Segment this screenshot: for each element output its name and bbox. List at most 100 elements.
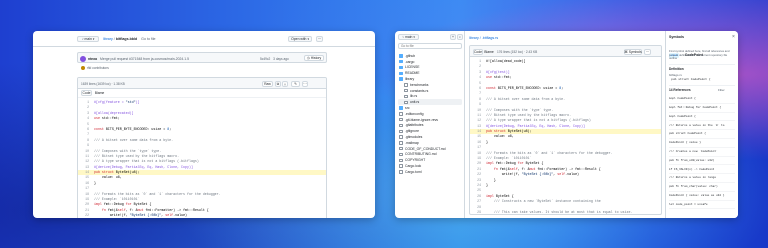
definition-line[interactable]: pub struct CodePoint { [671,78,711,82]
history-button[interactable]: ◷ History [304,55,324,61]
line-number[interactable]: 22 [78,213,94,218]
reference-item[interactable]: pub fn from_u32(value: u32) [669,157,735,166]
line-text: const BITS_PER_BYTE_ENCODED: usize = 8; [486,85,564,90]
more-icon[interactable]: ⋯ [644,48,651,55]
file-icon [404,83,408,87]
line-number[interactable]: 29 [470,210,486,214]
reference-item[interactable]: /// Returns a value in the `0` to [669,121,735,131]
line-text: #![allow(dead_code)] [486,59,526,63]
reference-item[interactable]: pub fn from_char(value: char) [669,183,735,192]
line-text: write!(f, "ByteSet {:08b}", self.value) [94,213,188,218]
breadcrumb-repo[interactable]: library [103,37,113,41]
clock-icon: ◷ [306,56,310,60]
file-header: ⑂ main ▾ library / bitflags.bbld Go to f… [33,31,375,47]
download-icon[interactable]: ⤓ [282,80,288,87]
tree-item-label: .cargo [405,59,415,64]
reference-item[interactable]: /// Creates a new `CodePoint` [669,148,735,157]
code-line: 29 /// This can take values. It should b… [470,210,661,214]
file-icon [399,152,403,157]
line-text: } [486,182,488,187]
code-view: 1 #![allow(dead_code)] 2 3 #[cfg(test)] 4 use … [470,57,661,214]
commit-author[interactable]: ntnxa [88,57,97,61]
reference-item[interactable]: CodePoint { value: value as u32 } [669,192,735,201]
commit-date: 3 days ago [273,56,289,61]
reference-text: CodePoint { value: value as u32 } [669,193,725,197]
reference-text: impl CodePoint { [669,97,696,101]
file-icon [399,112,403,116]
folder-icon [399,60,403,64]
tree-item-label: .mailmap [405,140,419,145]
code-tabs: Code Blame [78,89,326,98]
code-panel: Code Blame 176 lines (152 loc) · 2.43 KB… [469,45,662,215]
raw-button[interactable]: Raw [262,80,273,87]
symbols-panel: Symbols × struct CodePoint Find symbol d… [665,31,738,218]
commit-message[interactable]: Merge pull request #371548 from ja-cosmo… [100,57,189,61]
reference-item[interactable]: pub struct CodePoint { [669,130,735,139]
references-label: 14 References [669,88,691,92]
breadcrumb: library / .bitflags.rs [469,36,499,40]
contributor-avatar [81,66,85,71]
file-icon [399,170,403,174]
branch-selector[interactable]: ⑂ main ▾ [77,36,99,42]
reference-text: impl fmt::Debug for CodePoint { [669,105,722,109]
branch-icon: ⑂ [81,37,84,41]
copy-icon[interactable]: ⧉ [275,80,281,87]
tab-code[interactable]: Code [473,48,483,55]
tab-code[interactable]: Code [81,90,92,96]
line-text: } [486,139,488,144]
goto-file-input[interactable] [398,43,462,49]
contributors[interactable]: rfid contributors [81,66,109,71]
tab-blame[interactable]: Blame [484,49,494,55]
kebab-icon: ⋯ [317,37,322,41]
chevron-down-icon: ▾ [413,35,415,39]
code-toolbar: 1639 lines (1639 loc) · 1.38 KB Raw ⧉ ⤓ … [78,78,326,89]
reference-text: /// Returns a value in range [669,176,716,180]
line-text: /// A bitset over some data from a byte. [94,137,174,142]
more-icon[interactable]: ⋯ [302,80,308,87]
plus-icon: + [452,35,454,39]
more-button[interactable]: ⋯ [316,36,323,42]
symbols-button[interactable]: ⌘ Symbols [624,48,642,55]
open-with-button[interactable]: Open with ▾ [288,36,312,42]
search-button[interactable]: ⌕ [457,34,463,40]
chevron-down-icon: ▾ [92,37,95,41]
branch-selector[interactable]: ⑂ main ▾ [398,34,419,40]
reference-item[interactable]: impl CodePoint { [669,113,735,122]
tree-item-label: .git-blame-ignore-revs [405,117,438,122]
reference-item[interactable]: CodePoint { value } [669,139,735,148]
reference-text: impl CodePoint { [669,114,696,118]
code-line: 22 write!(f, "ByteSet {:08b}", self.valu… [78,213,326,218]
chevron-down-icon: ▾ [307,37,309,41]
tree-item-label: LICENSE [405,65,420,70]
definition-label: Definition [669,67,684,71]
breadcrumb-file: bitflags.bbld [115,37,138,41]
tree-item-label: CONTRIBUTING.md [405,152,437,157]
tree-item[interactable]: Cargo.toml [398,169,462,175]
line-text: value: u8, [486,134,514,139]
close-icon[interactable]: × [732,34,735,40]
line-text: /// Constructs a new `ByteSet` instance … [486,199,601,204]
right-window: ⑂ main ▾ + ⌕ .github.cargoLICENSEREADMEl… [395,31,738,218]
goto-file-link[interactable]: Go to file [141,37,155,41]
definition-file[interactable]: bitflags.rs [669,73,682,77]
folder-icon [399,77,403,81]
references-filter[interactable]: Filter [718,88,725,92]
code-panel: 1639 lines (1639 loc) · 1.38 KB Raw ⧉ ⤓ … [77,77,327,218]
reference-item[interactable]: impl fmt::Debug for CodePoint { [669,104,735,113]
file-icon [399,146,403,151]
reference-item[interactable]: let code_point = unsafe [669,201,735,210]
symbol-description: Find symbol defined here, find all refer… [669,49,730,61]
line-text: write!(f, "ByteSet {:08b}", self.value) [486,172,580,177]
tree-item-label: CODE_OF_CONDUCT.md [405,146,446,151]
reference-item[interactable]: impl CodePoint { [669,95,735,104]
tab-blame[interactable]: Blame [94,90,105,96]
add-file-button[interactable]: + [450,34,456,40]
left-window: ⑂ main ▾ library / bitflags.bbld Go to f… [33,31,375,218]
tree-item-label: README [405,71,420,76]
tree-item-label: library [405,77,415,82]
edit-icon[interactable]: ✎ [291,80,300,87]
reference-item[interactable]: /// Returns a value in range [669,174,735,183]
commit-hash[interactable]: 5c49c2 [260,57,270,61]
file-icon [404,100,408,104]
reference-item[interactable]: if IS_VALID(v) -> CodePoint [669,165,735,175]
